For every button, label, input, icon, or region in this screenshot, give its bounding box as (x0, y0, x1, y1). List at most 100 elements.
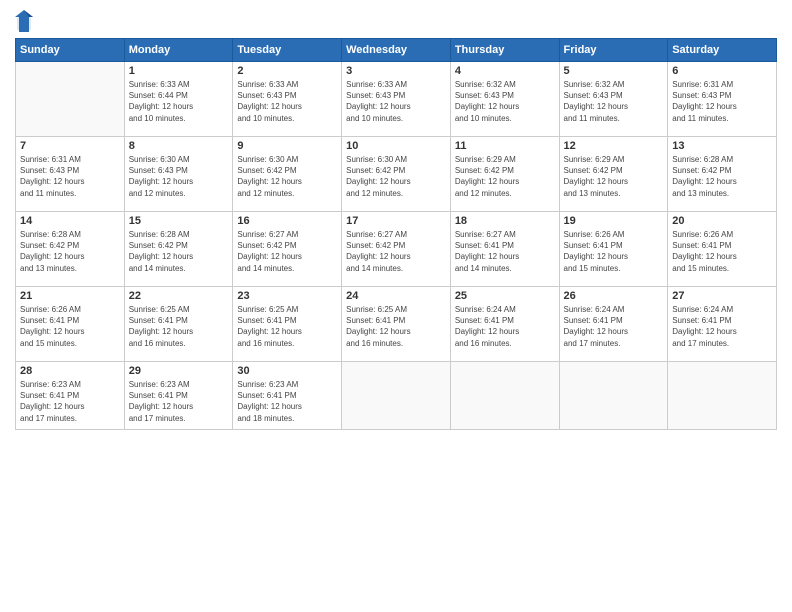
logo (15, 10, 37, 32)
day-number: 3 (346, 65, 446, 77)
day-info: Sunrise: 6:23 AM Sunset: 6:41 PM Dayligh… (237, 379, 337, 424)
day-number: 26 (564, 290, 664, 302)
day-number: 22 (129, 290, 229, 302)
day-cell: 11 Sunrise: 6:29 AM Sunset: 6:42 PM Dayli… (450, 137, 559, 212)
day-cell: 20 Sunrise: 6:26 AM Sunset: 6:41 PM Dayli… (668, 212, 777, 287)
week-row-4: 21 Sunrise: 6:26 AM Sunset: 6:41 PM Dayli… (16, 287, 777, 362)
day-header-saturday: Saturday (668, 39, 777, 62)
day-number: 5 (564, 65, 664, 77)
day-info: Sunrise: 6:29 AM Sunset: 6:42 PM Dayligh… (455, 154, 555, 199)
day-number: 12 (564, 140, 664, 152)
day-number: 23 (237, 290, 337, 302)
day-info: Sunrise: 6:25 AM Sunset: 6:41 PM Dayligh… (129, 304, 229, 349)
day-number: 11 (455, 140, 555, 152)
day-number: 8 (129, 140, 229, 152)
day-cell (668, 362, 777, 430)
day-number: 19 (564, 215, 664, 227)
day-number: 7 (20, 140, 120, 152)
day-info: Sunrise: 6:24 AM Sunset: 6:41 PM Dayligh… (564, 304, 664, 349)
day-cell: 29 Sunrise: 6:23 AM Sunset: 6:41 PM Dayli… (124, 362, 233, 430)
day-info: Sunrise: 6:27 AM Sunset: 6:42 PM Dayligh… (346, 229, 446, 274)
day-header-wednesday: Wednesday (342, 39, 451, 62)
day-cell (16, 62, 125, 137)
day-number: 14 (20, 215, 120, 227)
day-cell: 22 Sunrise: 6:25 AM Sunset: 6:41 PM Dayli… (124, 287, 233, 362)
day-info: Sunrise: 6:24 AM Sunset: 6:41 PM Dayligh… (455, 304, 555, 349)
day-cell: 27 Sunrise: 6:24 AM Sunset: 6:41 PM Dayli… (668, 287, 777, 362)
day-info: Sunrise: 6:27 AM Sunset: 6:41 PM Dayligh… (455, 229, 555, 274)
day-info: Sunrise: 6:26 AM Sunset: 6:41 PM Dayligh… (564, 229, 664, 274)
day-number: 17 (346, 215, 446, 227)
day-info: Sunrise: 6:28 AM Sunset: 6:42 PM Dayligh… (129, 229, 229, 274)
day-header-friday: Friday (559, 39, 668, 62)
day-cell: 16 Sunrise: 6:27 AM Sunset: 6:42 PM Dayli… (233, 212, 342, 287)
day-info: Sunrise: 6:30 AM Sunset: 6:43 PM Dayligh… (129, 154, 229, 199)
header-row: SundayMondayTuesdayWednesdayThursdayFrid… (16, 39, 777, 62)
day-number: 28 (20, 365, 120, 377)
day-cell: 17 Sunrise: 6:27 AM Sunset: 6:42 PM Dayli… (342, 212, 451, 287)
day-info: Sunrise: 6:24 AM Sunset: 6:41 PM Dayligh… (672, 304, 772, 349)
day-info: Sunrise: 6:25 AM Sunset: 6:41 PM Dayligh… (346, 304, 446, 349)
page: SundayMondayTuesdayWednesdayThursdayFrid… (0, 0, 792, 612)
day-cell: 28 Sunrise: 6:23 AM Sunset: 6:41 PM Dayli… (16, 362, 125, 430)
day-number: 4 (455, 65, 555, 77)
day-info: Sunrise: 6:26 AM Sunset: 6:41 PM Dayligh… (672, 229, 772, 274)
day-number: 6 (672, 65, 772, 77)
day-cell (342, 362, 451, 430)
day-cell: 13Sunrise: 6:28 AM Sunset: 6:42 PM Dayli… (668, 137, 777, 212)
day-info: Sunrise: 6:23 AM Sunset: 6:41 PM Dayligh… (20, 379, 120, 424)
day-number: 16 (237, 215, 337, 227)
day-number: 24 (346, 290, 446, 302)
day-cell: 4 Sunrise: 6:32 AM Sunset: 6:43 PM Daylig… (450, 62, 559, 137)
day-number: 21 (20, 290, 120, 302)
week-row-3: 14 Sunrise: 6:28 AM Sunset: 6:42 PM Dayli… (16, 212, 777, 287)
day-info: Sunrise: 6:33 AM Sunset: 6:43 PM Dayligh… (346, 79, 446, 124)
day-cell: 30 Sunrise: 6:23 AM Sunset: 6:41 PM Dayli… (233, 362, 342, 430)
day-number: 2 (237, 65, 337, 77)
day-cell: 26 Sunrise: 6:24 AM Sunset: 6:41 PM Dayli… (559, 287, 668, 362)
day-cell: 3 Sunrise: 6:33 AM Sunset: 6:43 PM Daylig… (342, 62, 451, 137)
day-info: Sunrise: 6:28 AM Sunset: 6:42 PM Dayligh… (20, 229, 120, 274)
week-row-2: 7Sunrise: 6:31 AM Sunset: 6:43 PM Daylig… (16, 137, 777, 212)
calendar-table: SundayMondayTuesdayWednesdayThursdayFrid… (15, 38, 777, 430)
day-cell: 7Sunrise: 6:31 AM Sunset: 6:43 PM Daylig… (16, 137, 125, 212)
day-cell: 12Sunrise: 6:29 AM Sunset: 6:42 PM Dayli… (559, 137, 668, 212)
day-cell: 8 Sunrise: 6:30 AM Sunset: 6:43 PM Daylig… (124, 137, 233, 212)
day-info: Sunrise: 6:30 AM Sunset: 6:42 PM Dayligh… (237, 154, 337, 199)
day-info: Sunrise: 6:25 AM Sunset: 6:41 PM Dayligh… (237, 304, 337, 349)
day-cell: 19 Sunrise: 6:26 AM Sunset: 6:41 PM Dayli… (559, 212, 668, 287)
day-number: 13 (672, 140, 772, 152)
day-header-tuesday: Tuesday (233, 39, 342, 62)
day-number: 29 (129, 365, 229, 377)
day-number: 27 (672, 290, 772, 302)
day-cell: 5 Sunrise: 6:32 AM Sunset: 6:43 PM Daylig… (559, 62, 668, 137)
day-number: 20 (672, 215, 772, 227)
day-cell: 9 Sunrise: 6:30 AM Sunset: 6:42 PM Daylig… (233, 137, 342, 212)
header (15, 10, 777, 32)
day-cell: 10Sunrise: 6:30 AM Sunset: 6:42 PM Dayli… (342, 137, 451, 212)
day-header-sunday: Sunday (16, 39, 125, 62)
day-number: 18 (455, 215, 555, 227)
day-info: Sunrise: 6:23 AM Sunset: 6:41 PM Dayligh… (129, 379, 229, 424)
day-cell: 2Sunrise: 6:33 AM Sunset: 6:43 PM Daylig… (233, 62, 342, 137)
day-info: Sunrise: 6:32 AM Sunset: 6:43 PM Dayligh… (564, 79, 664, 124)
day-number: 9 (237, 140, 337, 152)
day-number: 30 (237, 365, 337, 377)
day-cell: 6Sunrise: 6:31 AM Sunset: 6:43 PM Daylig… (668, 62, 777, 137)
day-cell: 21 Sunrise: 6:26 AM Sunset: 6:41 PM Dayli… (16, 287, 125, 362)
day-cell: 15Sunrise: 6:28 AM Sunset: 6:42 PM Dayli… (124, 212, 233, 287)
day-cell: 18 Sunrise: 6:27 AM Sunset: 6:41 PM Dayli… (450, 212, 559, 287)
week-row-1: 1 Sunrise: 6:33 AM Sunset: 6:44 PM Daylig… (16, 62, 777, 137)
day-info: Sunrise: 6:30 AM Sunset: 6:42 PM Dayligh… (346, 154, 446, 199)
day-info: Sunrise: 6:26 AM Sunset: 6:41 PM Dayligh… (20, 304, 120, 349)
day-info: Sunrise: 6:33 AM Sunset: 6:44 PM Dayligh… (129, 79, 229, 124)
day-number: 1 (129, 65, 229, 77)
day-info: Sunrise: 6:32 AM Sunset: 6:43 PM Dayligh… (455, 79, 555, 124)
day-cell: 1 Sunrise: 6:33 AM Sunset: 6:44 PM Daylig… (124, 62, 233, 137)
logo-icon (15, 10, 33, 32)
day-cell: 25Sunrise: 6:24 AM Sunset: 6:41 PM Dayli… (450, 287, 559, 362)
day-cell: 23 Sunrise: 6:25 AM Sunset: 6:41 PM Dayli… (233, 287, 342, 362)
day-header-thursday: Thursday (450, 39, 559, 62)
day-info: Sunrise: 6:27 AM Sunset: 6:42 PM Dayligh… (237, 229, 337, 274)
week-row-5: 28 Sunrise: 6:23 AM Sunset: 6:41 PM Dayli… (16, 362, 777, 430)
